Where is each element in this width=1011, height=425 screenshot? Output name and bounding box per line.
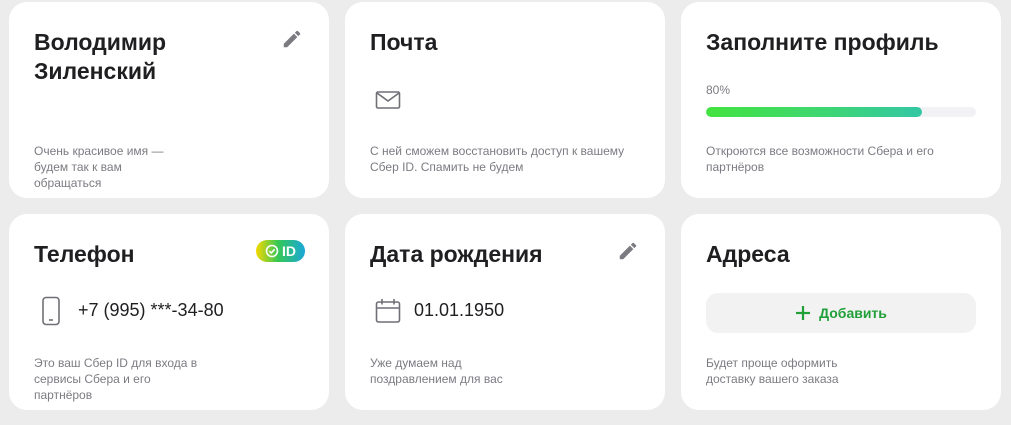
- phone-number: +7 (995) ***-34-80: [78, 300, 224, 320]
- address-card: Адреса Добавить Будет проще оформить дос…: [681, 214, 1001, 410]
- name-card: Володимир Зиленский Очень красивое имя —…: [9, 2, 329, 198]
- plus-icon: [796, 306, 811, 320]
- progress-bar-fill: [706, 107, 922, 117]
- pencil-icon[interactable]: [617, 240, 639, 262]
- name-title: Володимир Зиленский: [34, 29, 167, 84]
- progress-percent: 80%: [706, 83, 731, 97]
- envelope-icon: [375, 89, 401, 111]
- phone-title: Телефон: [34, 241, 135, 267]
- birth-date: 01.01.1950: [414, 300, 505, 320]
- address-title: Адреса: [706, 241, 790, 267]
- name-description: Очень красивое имя — будем так к вам обр…: [34, 144, 164, 190]
- phone-icon: [39, 296, 63, 326]
- email-card[interactable]: Почта С ней сможем восстановить доступ к…: [345, 2, 665, 198]
- profile-completion-card: Заполните профиль 80% Откроются все возм…: [681, 2, 1001, 198]
- pencil-icon[interactable]: [281, 28, 303, 50]
- calendar-icon: [375, 296, 401, 326]
- birthday-title: Дата рождения: [370, 241, 543, 267]
- add-address-label: Добавить: [819, 305, 887, 321]
- phone-card: Телефон ID +7 (995) ***-34-80 Это ваш Сб…: [9, 214, 329, 410]
- profile-completion-title: Заполните профиль: [706, 29, 939, 55]
- email-description: С ней сможем восстановить доступ к вашем…: [370, 144, 625, 174]
- add-address-button[interactable]: Добавить: [706, 293, 976, 333]
- phone-description: Это ваш Сбер ID для входа в сервисы Сбер…: [34, 356, 198, 402]
- sber-id-label: ID: [282, 243, 296, 259]
- email-title: Почта: [370, 29, 438, 55]
- profile-grid: Володимир Зиленский Очень красивое имя —…: [0, 0, 1011, 425]
- birthday-card: Дата рождения 01.01.1950 Уже думаем над …: [345, 214, 665, 410]
- sber-id-badge: ID: [256, 240, 305, 262]
- address-description: Будет проще оформить доставку вашего зак…: [706, 356, 839, 386]
- birthday-description: Уже думаем над поздравлением для вас: [370, 356, 503, 386]
- progress-bar: [706, 107, 976, 117]
- profile-completion-description: Откроются все возможности Сбера и его па…: [706, 144, 934, 174]
- check-circle-icon: [265, 244, 279, 258]
